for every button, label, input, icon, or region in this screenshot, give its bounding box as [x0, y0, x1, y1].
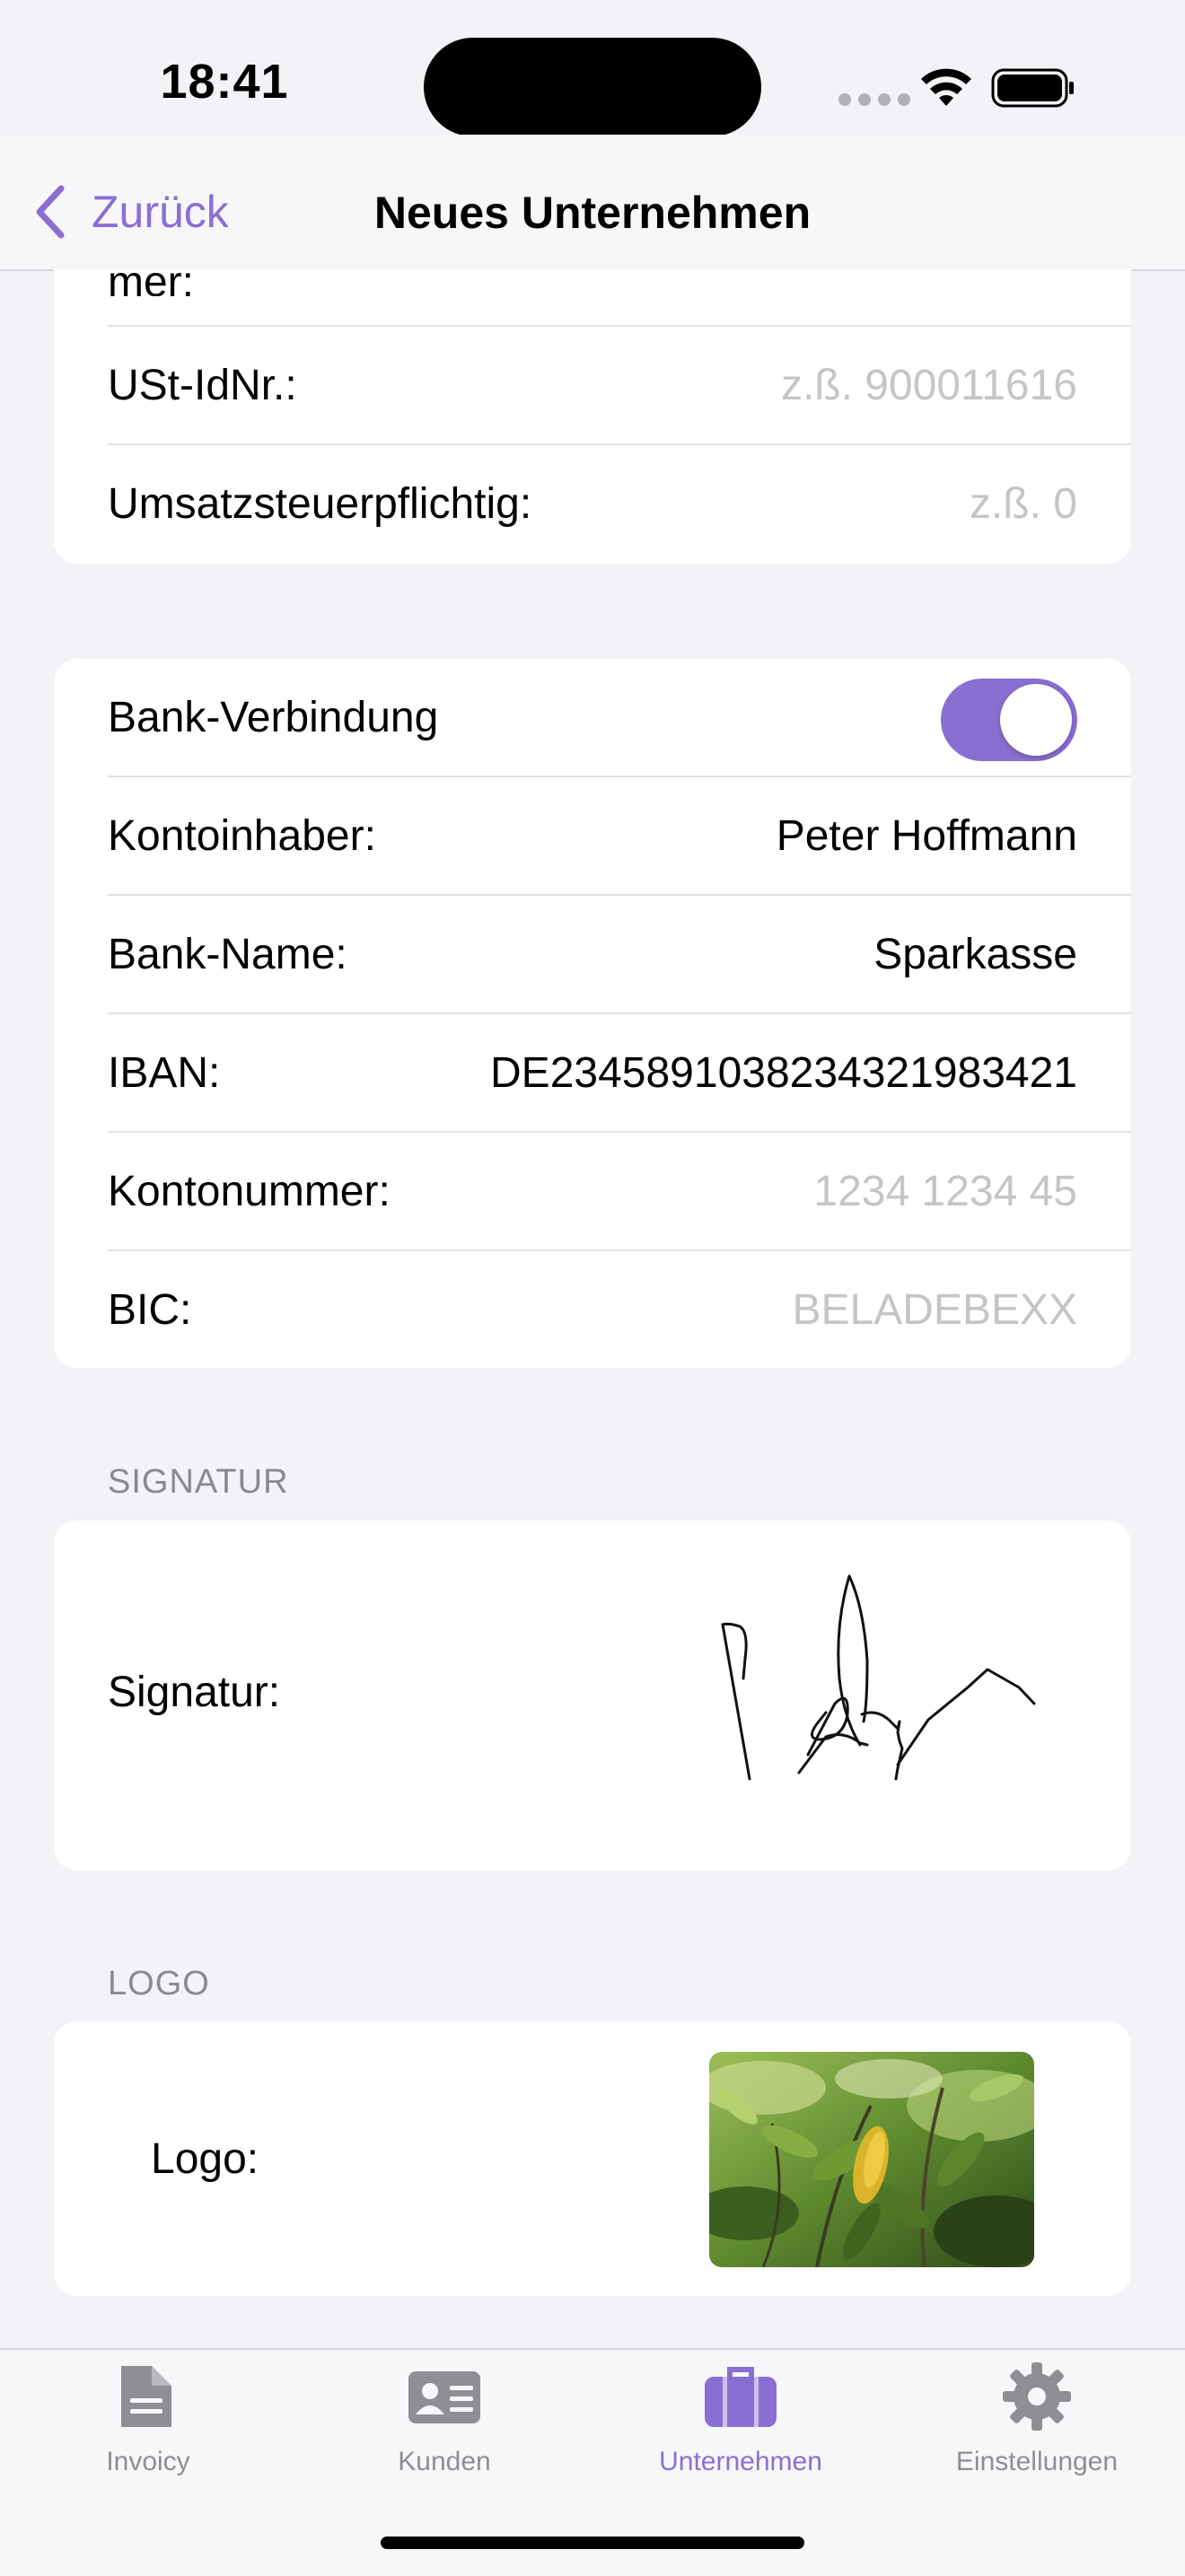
tab-unternehmen[interactable]: Unternehmen: [592, 2361, 889, 2495]
tab-kunden[interactable]: Kunden: [296, 2361, 592, 2495]
vat-id-row[interactable]: USt-IdNr.: z.ß. 900011616: [54, 327, 1131, 445]
document-icon: [121, 2366, 171, 2427]
logo-image[interactable]: [709, 2052, 1034, 2267]
contact-card-icon: [408, 2371, 480, 2423]
cellular-signal-icon: [838, 93, 912, 106]
chevron-left-icon: [36, 185, 65, 239]
tab-label: Kunden: [398, 2447, 491, 2476]
account-number-label: Kontonummer:: [108, 1168, 391, 1215]
gear-icon: [1003, 2362, 1071, 2431]
partial-row-label: mer:: [108, 258, 194, 296]
tab-label: Einstellungen: [955, 2447, 1119, 2476]
page-title: Neues Unternehmen: [373, 188, 812, 238]
vat-liable-input[interactable]: z.ß. 0: [970, 445, 1077, 564]
iban-label: IBAN:: [108, 1049, 221, 1097]
signature-section-header: SIGNATUR: [108, 1463, 289, 1501]
account-holder-label: Kontoinhaber:: [108, 812, 376, 860]
bank-name-input[interactable]: Sparkasse: [873, 896, 1077, 1014]
vat-id-input[interactable]: z.ß. 900011616: [781, 327, 1077, 445]
tab-label: Invoicy: [106, 2447, 190, 2476]
bic-row[interactable]: BIC: BELADEBEXX: [54, 1251, 1131, 1370]
bank-toggle-row: Bank-Verbindung: [54, 659, 1131, 777]
logo-label: Logo:: [151, 2135, 259, 2183]
wifi-icon: [921, 68, 971, 106]
bank-toggle-label: Bank-Verbindung: [108, 694, 439, 741]
account-holder-input[interactable]: Peter Hoffmann: [777, 777, 1077, 896]
briefcase-icon: [705, 2367, 777, 2427]
iban-input[interactable]: DE2345891038234321983421: [490, 1014, 1077, 1133]
tab-invoicy[interactable]: Invoicy: [0, 2361, 296, 2495]
bank-toggle-switch[interactable]: [941, 679, 1077, 761]
back-button[interactable]: Zurück: [32, 185, 229, 239]
bank-name-row[interactable]: Bank-Name: Sparkasse: [54, 896, 1131, 1014]
back-label: Zurück: [92, 187, 229, 237]
bank-name-label: Bank-Name:: [108, 931, 347, 978]
tab-einstellungen[interactable]: Einstellungen: [889, 2361, 1185, 2495]
home-indicator[interactable]: [381, 2537, 804, 2549]
dynamic-island: [424, 38, 761, 136]
iban-row[interactable]: IBAN: DE2345891038234321983421: [54, 1014, 1131, 1133]
account-holder-row[interactable]: Kontoinhaber: Peter Hoffmann: [54, 777, 1131, 896]
signature-label: Signatur:: [108, 1669, 281, 1716]
vat-liable-label: Umsatzsteuerpflichtig:: [108, 480, 532, 528]
logo-section-header: LOGO: [108, 1965, 210, 2002]
vat-liable-row[interactable]: Umsatzsteuerpflichtig: z.ß. 0: [54, 445, 1131, 564]
tab-label: Unternehmen: [659, 2447, 822, 2476]
signature-image[interactable]: [709, 1553, 1050, 1786]
vat-id-label: USt-IdNr.:: [108, 362, 297, 409]
account-number-row[interactable]: Kontonummer: 1234 1234 45: [54, 1133, 1131, 1251]
battery-icon: [991, 68, 1074, 108]
status-time: 18:41: [160, 55, 289, 109]
bic-label: BIC:: [108, 1286, 192, 1334]
account-number-input[interactable]: 1234 1234 45: [813, 1133, 1077, 1251]
bic-input[interactable]: BELADEBEXX: [793, 1251, 1077, 1370]
toggle-knob: [1000, 684, 1072, 756]
